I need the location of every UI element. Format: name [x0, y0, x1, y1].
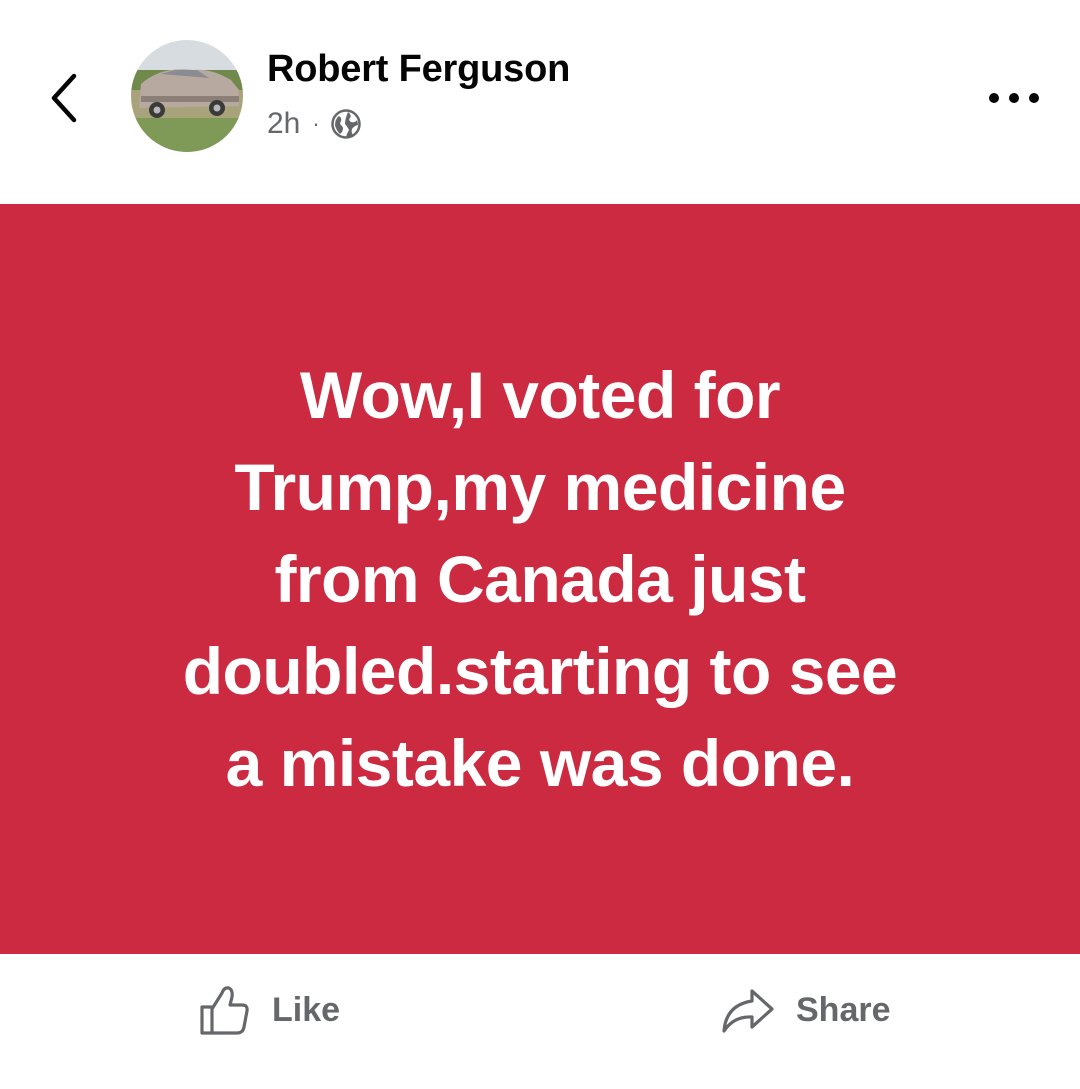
post-text-line: Wow,I voted for	[299, 358, 781, 432]
meta-separator: ·	[312, 111, 320, 136]
post-content: Wow,I voted for Trump,my medicine from C…	[0, 204, 1080, 954]
post-header: Robert Ferguson 2h ·	[0, 0, 1080, 204]
post-meta: 2h ·	[267, 104, 362, 144]
back-button[interactable]	[40, 68, 88, 128]
share-arrow-icon	[720, 983, 776, 1037]
like-button[interactable]: Like	[198, 979, 340, 1041]
chevron-left-icon	[51, 73, 77, 123]
profile-photo-car	[131, 40, 243, 152]
post-text-line: from Canada just	[274, 542, 806, 616]
globe-icon[interactable]	[330, 108, 362, 140]
more-horizontal-icon	[989, 93, 1039, 103]
post-text-line: doubled.starting to see	[182, 634, 898, 708]
post-timestamp[interactable]: 2h	[267, 107, 300, 141]
thumbs-up-icon	[198, 983, 252, 1037]
author-name[interactable]: Robert Ferguson	[267, 48, 570, 91]
post-text-line: a mistake was done.	[225, 726, 855, 800]
post-actions-bar: Like Share	[0, 954, 1080, 1089]
share-label: Share	[796, 990, 891, 1029]
avatar[interactable]	[131, 40, 243, 152]
post-text-line: Trump,my medicine	[234, 450, 846, 524]
post-text: Wow,I voted for Trump,my medicine from C…	[60, 349, 1020, 809]
like-label: Like	[272, 990, 341, 1029]
share-button[interactable]: Share	[720, 979, 891, 1041]
more-options-button[interactable]	[980, 80, 1048, 116]
